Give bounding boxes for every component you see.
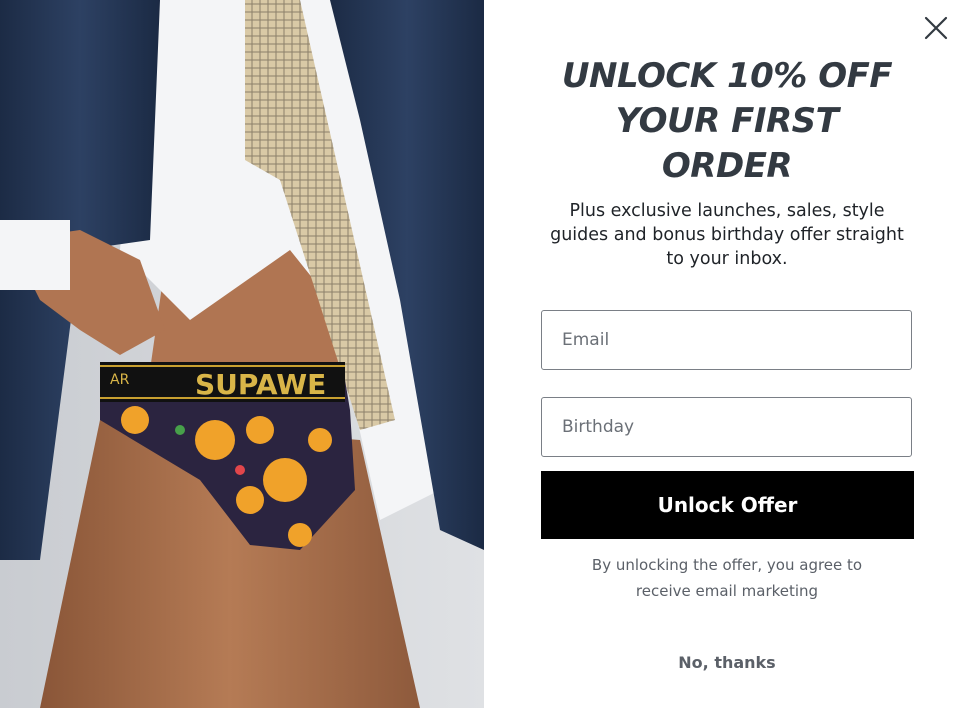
- form-panel: UNLOCK 10% OFF YOUR FIRST ORDER Plus exc…: [484, 0, 962, 708]
- headline-line-2: YOUR FIRST: [615, 101, 839, 141]
- close-button[interactable]: [922, 14, 950, 42]
- waistband-brand-text: SUPAWE: [195, 368, 326, 401]
- signup-popup: SUPAWE AR UNLOCK 10% OFF YOUR FIRST ORDE…: [0, 0, 962, 708]
- model-photo-illustration: SUPAWE AR: [0, 0, 484, 708]
- headline: UNLOCK 10% OFF YOUR FIRST ORDER: [484, 54, 962, 189]
- unlock-offer-button[interactable]: Unlock Offer: [541, 471, 914, 539]
- disclaimer-text: By unlocking the offer, you agree to rec…: [591, 556, 863, 600]
- product-photo: SUPAWE AR: [0, 0, 484, 708]
- birthday-field-wrapper: [541, 397, 912, 457]
- email-field[interactable]: [542, 311, 911, 369]
- birthday-field[interactable]: [542, 398, 911, 456]
- subtext: Plus exclusive launches, sales, style gu…: [550, 201, 904, 269]
- no-thanks-link[interactable]: No, thanks: [627, 653, 827, 672]
- headline-line-3: ORDER: [661, 146, 793, 186]
- email-field-wrapper: [541, 310, 912, 370]
- svg-text:AR: AR: [110, 372, 130, 388]
- close-icon: [924, 16, 948, 40]
- headline-line-1: UNLOCK 10% OFF: [561, 56, 893, 96]
